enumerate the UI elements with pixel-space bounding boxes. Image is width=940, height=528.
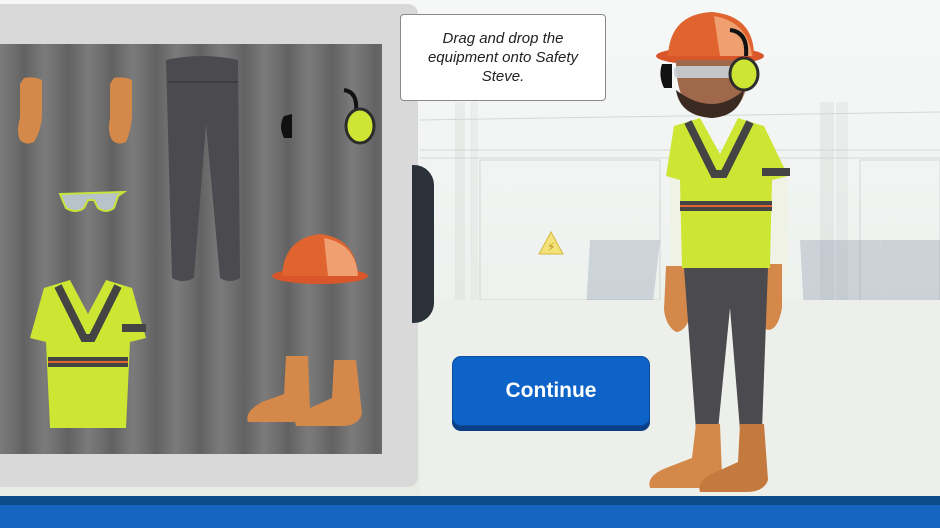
- earmuffs[interactable]: [274, 88, 378, 148]
- continue-button-label: Continue: [505, 379, 597, 402]
- glove-right[interactable]: [104, 76, 138, 146]
- pants[interactable]: [162, 52, 242, 288]
- safety-glasses[interactable]: [58, 190, 128, 216]
- instruction-text: Drag and drop the equipment onto Safety …: [427, 30, 579, 85]
- instruction-bubble: Drag and drop the equipment onto Safety …: [400, 14, 606, 101]
- glove-left[interactable]: [14, 76, 48, 146]
- locker-door-edge: [412, 165, 434, 323]
- safety-vest[interactable]: [26, 278, 150, 430]
- game-scene: ⚡ Drag and drop the equipment onto Safet…: [0, 0, 940, 496]
- hard-hat[interactable]: [268, 230, 372, 290]
- continue-button[interactable]: Continue: [452, 356, 650, 426]
- footer-bar: [0, 496, 940, 528]
- safety-steve[interactable]: [640, 10, 800, 496]
- work-boots[interactable]: [244, 352, 368, 430]
- svg-text:⚡: ⚡: [547, 240, 555, 254]
